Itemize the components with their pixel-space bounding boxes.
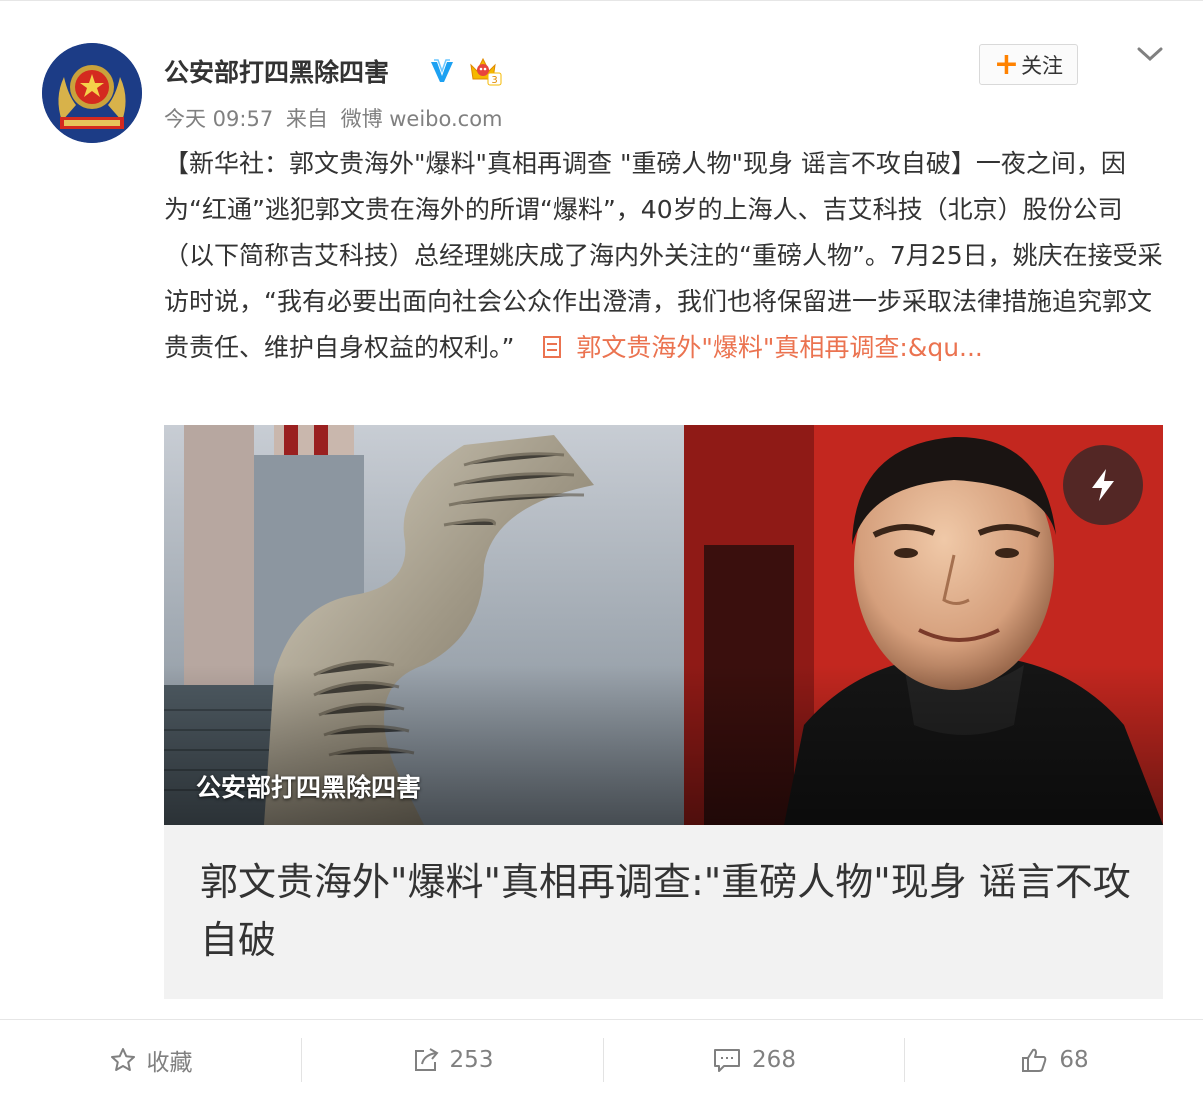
- chevron-down-icon[interactable]: [1135, 43, 1165, 65]
- comment-icon: [714, 1049, 741, 1072]
- article-card[interactable]: 郭文贵海外"爆料"真相再调查:"重磅人物"现身 谣言不攻自破: [164, 825, 1163, 999]
- star-icon: [110, 1048, 135, 1071]
- lightning-icon[interactable]: [1063, 445, 1143, 525]
- post-time[interactable]: 今天 09:57: [164, 107, 273, 131]
- like-button[interactable]: 68: [905, 1020, 1203, 1098]
- video-watermark: 公安部打四黑除四害: [196, 773, 422, 802]
- comment-count: 268: [752, 1047, 796, 1073]
- vip-crown-icon[interactable]: 3: [468, 55, 502, 87]
- post-body-text: 【新华社：郭文贵海外"爆料"真相再调查 "重磅人物"现身 谣言不攻自破】一夜之间…: [164, 149, 1163, 362]
- repost-count: 253: [449, 1047, 494, 1073]
- share-icon: [414, 1048, 439, 1071]
- weibo-post-card: 公安部打四黑除四害 3 今天 09:57 来自 微博 weibo.com + 关…: [0, 0, 1203, 1098]
- article-card-title: 郭文贵海外"爆料"真相再调查:"重磅人物"现身 谣言不攻自破: [200, 860, 1131, 962]
- favorite-label: 收藏: [146, 1050, 193, 1076]
- post-source[interactable]: 微博 weibo.com: [341, 107, 503, 131]
- post-meta: 今天 09:57 来自 微博 weibo.com: [164, 103, 509, 133]
- repost-button[interactable]: 253: [302, 1020, 603, 1098]
- follow-label: 关注: [1021, 53, 1064, 78]
- comment-button[interactable]: 268: [604, 1020, 904, 1098]
- thumbs-up-icon: [1022, 1048, 1047, 1072]
- video-thumbnail[interactable]: 公安部打四黑除四害: [164, 425, 1163, 825]
- verified-v-icon: [431, 59, 453, 82]
- plus-icon: +: [993, 46, 1020, 82]
- follow-button[interactable]: + 关注: [979, 44, 1078, 85]
- svg-text:3: 3: [491, 75, 497, 86]
- article-link[interactable]: 郭文贵海外"爆料"真相再调查:&qu...: [576, 333, 982, 362]
- source-prefix: 来自: [285, 107, 328, 131]
- favorite-button[interactable]: 收藏: [0, 1020, 301, 1098]
- police-emblem-icon[interactable]: [42, 43, 142, 143]
- post-body: 【新华社：郭文贵海外"爆料"真相再调查 "重磅人物"现身 谣言不攻自破】一夜之间…: [164, 141, 1164, 371]
- like-count: 68: [1059, 1047, 1089, 1073]
- article-link-icon: [543, 336, 562, 358]
- author-name[interactable]: 公安部打四黑除四害: [164, 53, 389, 89]
- action-bar: 收藏 253 268 68: [0, 1019, 1203, 1098]
